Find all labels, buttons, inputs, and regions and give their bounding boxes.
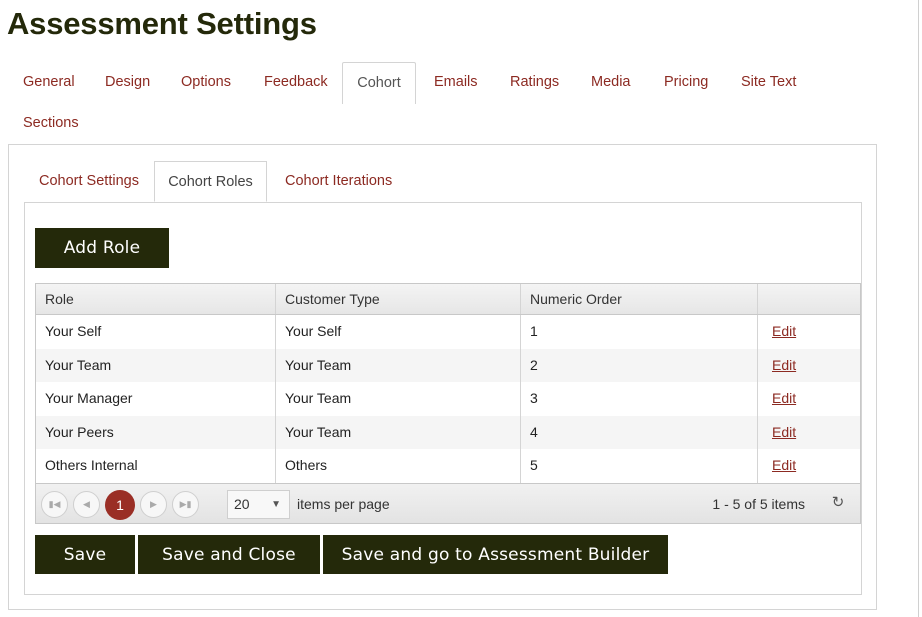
grid-pager: ▮◀ ◀ 1 ▶ ▶▮ 20 ▼ items per page 1 - 5 of… <box>36 482 860 523</box>
tab-emails[interactable]: Emails <box>434 74 478 90</box>
edit-link[interactable]: Edit <box>772 357 796 373</box>
cell-customer-type: Your Team <box>276 348 521 383</box>
previous-page-icon[interactable]: ◀ <box>73 490 100 518</box>
table-row: Others Internal Others 5 Edit <box>36 449 860 483</box>
cell-role: Your Peers <box>36 415 276 450</box>
subtab-cohort-iterations[interactable]: Cohort Iterations <box>285 161 392 202</box>
page-size-value: 20 <box>234 495 250 512</box>
last-page-icon[interactable]: ▶▮ <box>172 490 199 518</box>
cohort-roles-panel: Add Role Role Customer Type Numeric Orde… <box>24 202 862 595</box>
edit-link[interactable]: Edit <box>772 390 796 406</box>
save-and-go-to-builder-button[interactable]: Save and go to Assessment Builder <box>323 535 668 574</box>
page-title: Assessment Settings <box>7 6 317 41</box>
pager-info: 1 - 5 of 5 items <box>712 495 805 512</box>
cell-actions: Edit <box>758 349 860 383</box>
cell-role: Your Team <box>36 348 276 383</box>
cell-numeric-order: 2 <box>521 348 758 383</box>
save-button[interactable]: Save <box>35 535 135 574</box>
cell-role: Others Internal <box>36 449 276 483</box>
table-row: Your Manager Your Team 3 Edit <box>36 382 860 416</box>
tab-options[interactable]: Options <box>181 74 231 90</box>
add-role-button[interactable]: Add Role <box>35 228 169 268</box>
cohort-panel: Cohort Settings Cohort Roles Cohort Iter… <box>8 144 877 610</box>
cell-numeric-order: 3 <box>521 382 758 416</box>
page-size-select[interactable]: 20 ▼ <box>227 489 290 519</box>
edit-link[interactable]: Edit <box>772 323 796 339</box>
tab-pricing[interactable]: Pricing <box>664 74 708 90</box>
tab-site-text[interactable]: Site Text <box>741 74 796 90</box>
column-header-actions <box>758 284 860 314</box>
tab-cohort[interactable]: Cohort <box>342 62 416 104</box>
column-header-role[interactable]: Role <box>36 284 276 314</box>
cell-actions: Edit <box>758 449 860 483</box>
cell-actions: Edit <box>758 315 860 349</box>
items-per-page-label: items per page <box>297 495 390 512</box>
cell-role: Your Self <box>36 315 276 349</box>
tab-design[interactable]: Design <box>105 74 150 90</box>
column-header-numeric-order[interactable]: Numeric Order <box>521 284 758 314</box>
table-row: Your Peers Your Team 4 Edit <box>36 415 860 450</box>
edit-link[interactable]: Edit <box>772 457 796 473</box>
cell-customer-type: Your Team <box>276 382 521 416</box>
roles-grid: Role Customer Type Numeric Order Your Se… <box>35 283 861 524</box>
tab-sections[interactable]: Sections <box>23 115 79 131</box>
subtab-cohort-settings[interactable]: Cohort Settings <box>39 161 139 202</box>
cell-role: Your Manager <box>36 382 276 416</box>
tab-feedback[interactable]: Feedback <box>264 74 328 90</box>
column-header-customer-type[interactable]: Customer Type <box>276 284 521 314</box>
tab-media[interactable]: Media <box>591 74 631 90</box>
grid-header: Role Customer Type Numeric Order <box>36 284 860 315</box>
refresh-icon[interactable]: ↻ <box>830 494 846 511</box>
cell-actions: Edit <box>758 382 860 416</box>
cell-customer-type: Others <box>276 449 521 483</box>
first-page-icon[interactable]: ▮◀ <box>41 490 68 518</box>
subtab-cohort-roles[interactable]: Cohort Roles <box>154 161 267 202</box>
cell-numeric-order: 5 <box>521 449 758 483</box>
chevron-down-icon: ▼ <box>271 498 281 510</box>
current-page-button[interactable]: 1 <box>105 489 135 520</box>
tab-general[interactable]: General <box>23 74 75 90</box>
window-edge <box>918 0 919 617</box>
edit-link[interactable]: Edit <box>772 424 796 440</box>
save-and-close-button[interactable]: Save and Close <box>138 535 320 574</box>
next-page-icon[interactable]: ▶ <box>140 490 167 518</box>
cell-numeric-order: 1 <box>521 315 758 349</box>
table-row: Your Self Your Self 1 Edit <box>36 315 860 349</box>
table-row: Your Team Your Team 2 Edit <box>36 348 860 383</box>
cell-customer-type: Your Self <box>276 315 521 349</box>
tab-ratings[interactable]: Ratings <box>510 74 559 90</box>
cell-numeric-order: 4 <box>521 415 758 450</box>
cell-actions: Edit <box>758 416 860 450</box>
cell-customer-type: Your Team <box>276 415 521 450</box>
